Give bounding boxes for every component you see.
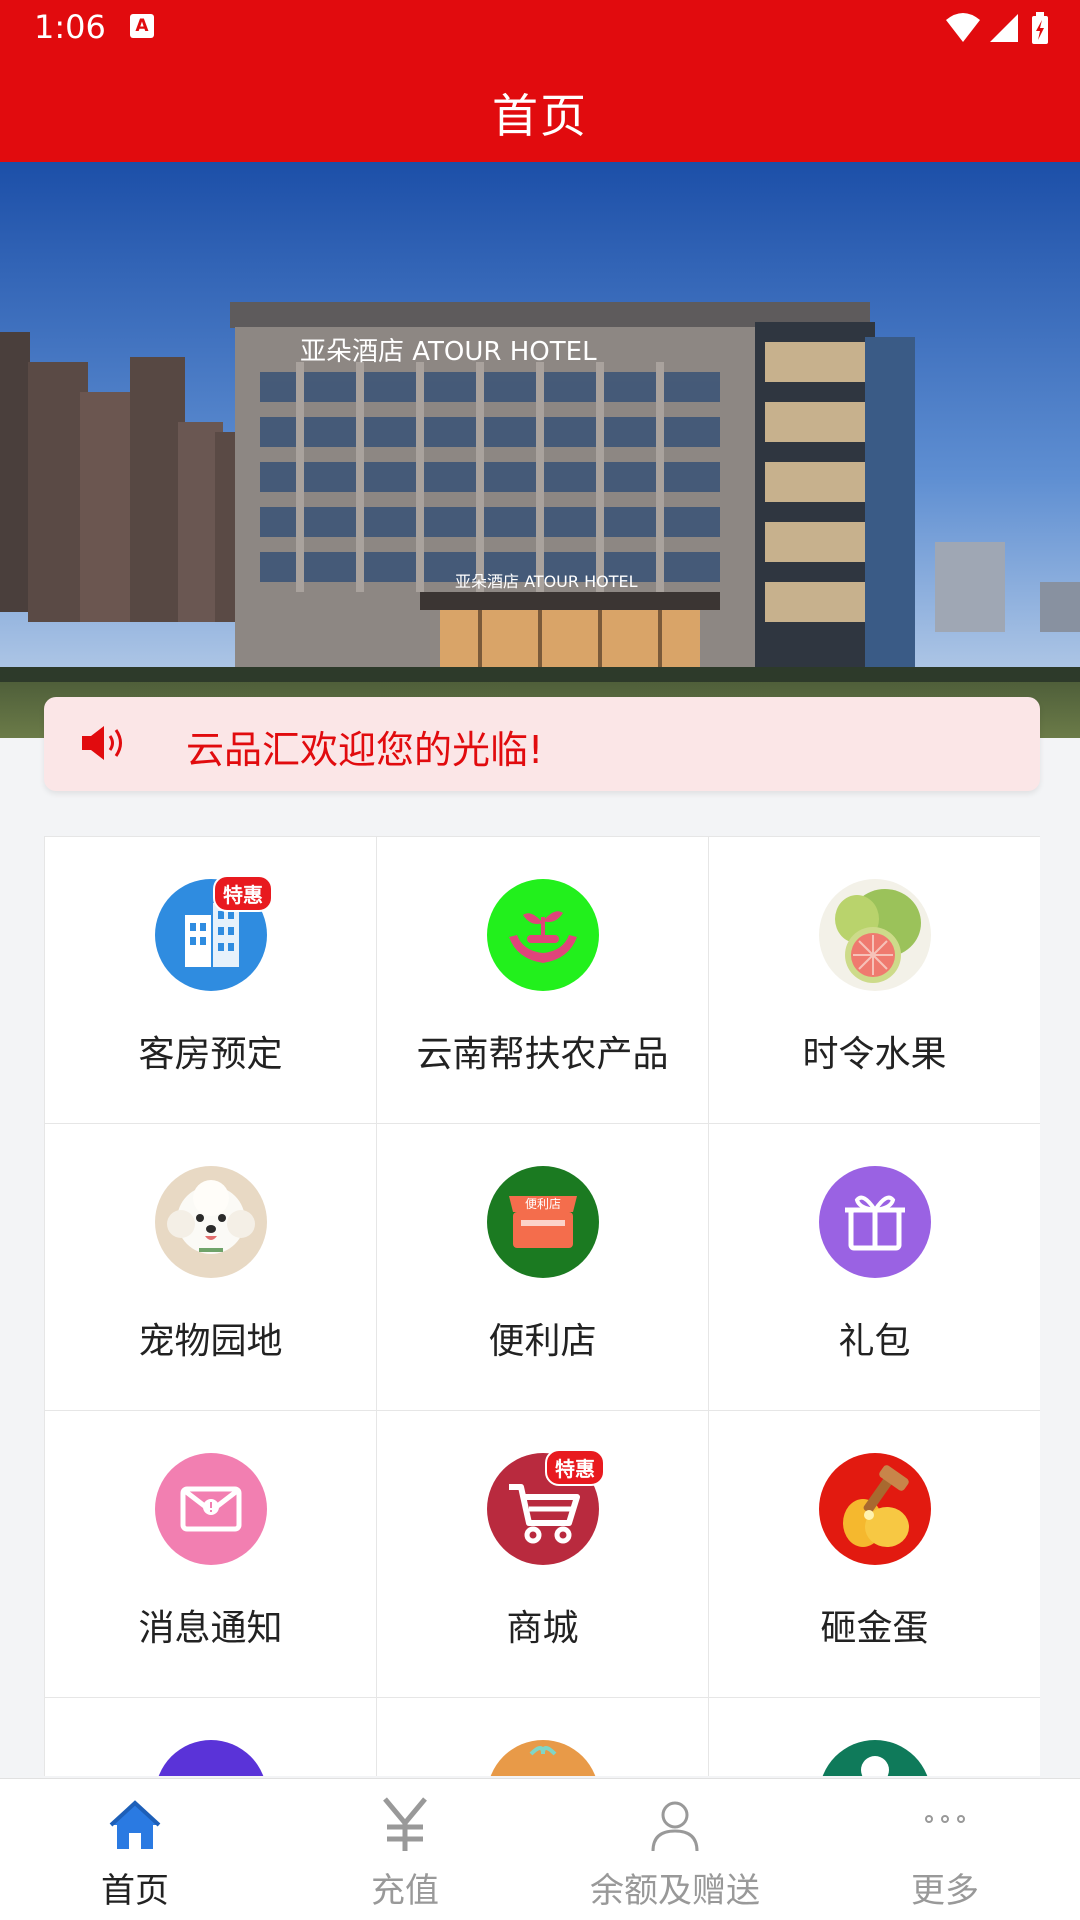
grid-item-convenience-store[interactable]: 便利店 便利店 [377,1124,709,1411]
tab-home[interactable]: 首页 [0,1779,270,1920]
special-offer-badge: 特惠 [545,1449,605,1486]
signal-icon [990,14,1018,42]
tab-recharge[interactable]: 充值 [270,1779,540,1920]
tab-label: 首页 [101,1871,169,1911]
grid-item-label: 礼包 [838,1321,911,1362]
hotel-sign-top: 亚朵酒店 ATOUR HOTEL [300,337,597,367]
hotel-sign-entrance: 亚朵酒店 ATOUR HOTEL [455,572,638,591]
grid-item-partial[interactable] [45,1698,377,1776]
wifi-icon [946,13,980,42]
grid-item-label: 时令水果 [802,1034,947,1075]
grid-item-label: 砸金蛋 [820,1608,929,1649]
grid-item-gift-pack[interactable]: 礼包 [709,1124,1040,1411]
more-dots-icon [925,1815,965,1823]
notification-a-icon: A [130,14,154,38]
grid-item-label: 消息通知 [138,1608,283,1649]
speaker-icon [82,726,122,760]
person-icon [651,1801,699,1852]
hotel-photo: 亚朵酒店 ATOUR HOTEL 亚朵酒店 ATOUR HOTEL [0,162,1080,738]
grid-item-label: 云南帮扶农产品 [416,1034,669,1075]
tab-label: 余额及赠送 [590,1871,760,1911]
grid-item-mall[interactable]: 特惠 商城 [377,1411,709,1698]
partial-gift-icon [490,1740,596,1776]
store-sign-text: 便利店 [525,1197,561,1211]
grid-item-label: 便利店 [488,1321,597,1362]
grid-item-room-booking[interactable]: 特惠 客房预定 [45,837,377,1124]
home-icon [109,1800,161,1849]
page-title: 首页 [492,89,588,143]
tab-label: 充值 [371,1871,439,1911]
function-grid: 特惠 客房预定 云南帮扶农产品 时令水果 宠物园地 便利店 便利店 礼包 消息通… [44,836,1040,1776]
hotel-banner[interactable]: 亚朵酒店 ATOUR HOTEL 亚朵酒店 ATOUR HOTEL [0,162,1080,738]
status-time: 1:06 [34,8,106,46]
golden-egg-icon [819,1453,931,1565]
grid-item-pet-garden[interactable]: 宠物园地 [45,1124,377,1411]
grid-item-seasonal-fruit[interactable]: 时令水果 [709,837,1040,1124]
pomelo-fruit-icon [819,879,931,991]
battery-icon [1032,12,1048,44]
partial-icon [822,1740,928,1776]
grid-item-message-notice[interactable]: 消息通知 [45,1411,377,1698]
convenience-store-icon: 便利店 [487,1166,599,1278]
grid-item-label: 客房预定 [138,1034,283,1075]
hands-sprout-icon [487,879,599,991]
status-bar: 1:06 A [0,0,1080,58]
yen-icon [383,1797,427,1851]
grid-item-partial[interactable] [377,1698,709,1776]
grid-item-partial[interactable] [709,1698,1040,1776]
grid-item-label: 商城 [506,1608,579,1649]
partial-icon [158,1740,264,1776]
app-bar: 首页 [0,58,1080,162]
pet-dog-icon [155,1166,267,1278]
status-icons [946,12,1048,44]
grid-item-golden-egg[interactable]: 砸金蛋 [709,1411,1040,1698]
tab-label: 更多 [911,1871,979,1911]
grid-item-yunnan-produce[interactable]: 云南帮扶农产品 [377,837,709,1124]
gift-box-icon [819,1166,931,1278]
notice-text: 云品汇欢迎您的光临! [186,728,544,772]
bottom-tab-bar: 首页 充值 余额及赠送 更多 [0,1778,1080,1920]
special-offer-badge: 特惠 [213,875,273,912]
welcome-notice[interactable]: 云品汇欢迎您的光临! [44,697,1040,791]
tab-more[interactable]: 更多 [810,1779,1080,1920]
tab-balance-gift[interactable]: 余额及赠送 [540,1779,810,1920]
envelope-icon [155,1453,267,1565]
grid-item-label: 宠物园地 [138,1321,283,1362]
